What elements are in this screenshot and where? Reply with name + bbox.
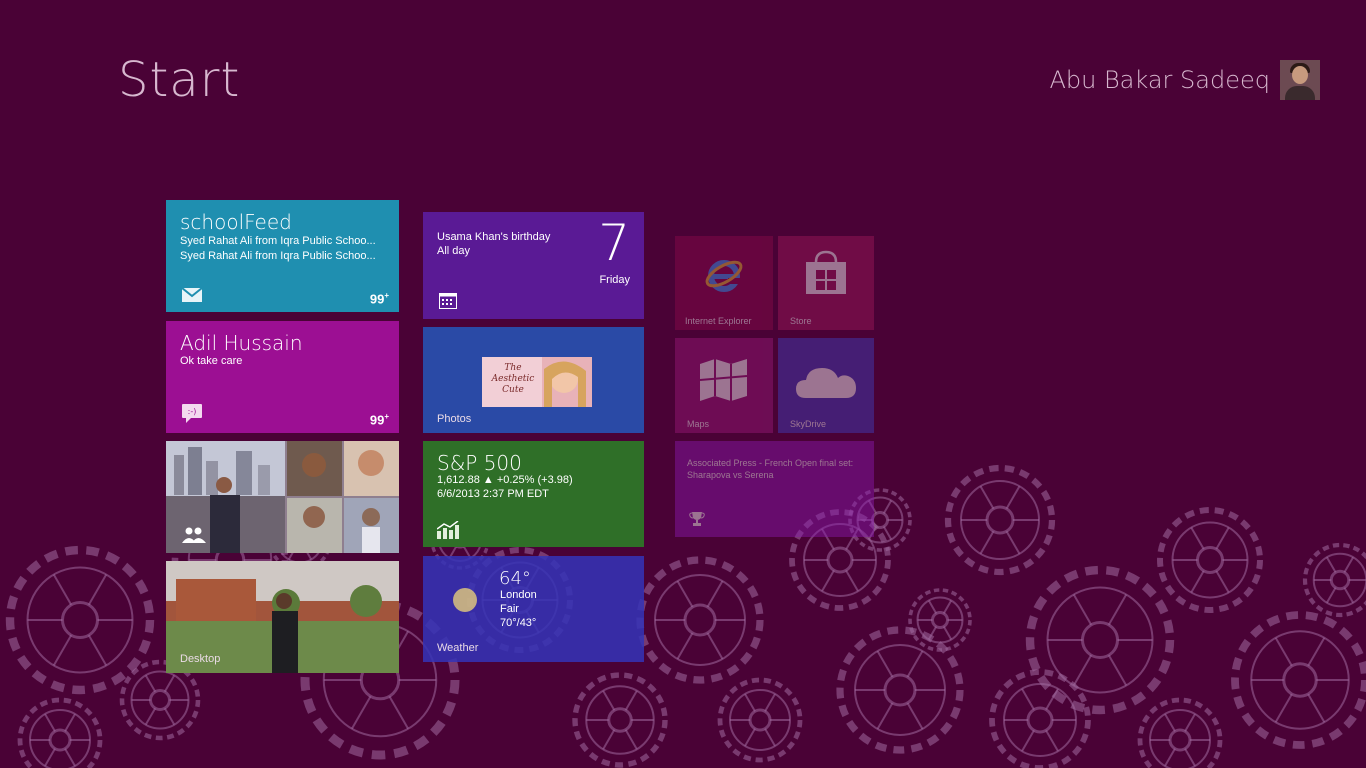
- weather-sun-icon: [453, 588, 477, 612]
- desktop-label: Desktop: [180, 653, 221, 665]
- user-account[interactable]: Abu Bakar Sadeeq: [1049, 60, 1320, 100]
- svg-text::-): :-): [188, 407, 197, 416]
- weather-condition: Fair: [500, 603, 519, 615]
- skydrive-tile[interactable]: SkyDrive: [778, 338, 874, 433]
- photos-tile[interactable]: The Aesthetic Cute Photos: [423, 327, 644, 433]
- weather-label: Weather: [437, 642, 479, 654]
- internet-explorer-icon: [705, 260, 743, 292]
- start-title: Start: [118, 52, 241, 108]
- finance-quote: 1,612.88 ▲ +0.25% (+3.98): [437, 474, 573, 486]
- internet-explorer-label: Internet Explorer: [685, 316, 752, 326]
- trophy-icon: [689, 512, 705, 526]
- mail-tile[interactable]: schoolFeed Syed Rahat Ali from Iqra Publ…: [166, 200, 399, 312]
- message-preview: Ok take care: [180, 355, 243, 367]
- skydrive-label: SkyDrive: [790, 419, 827, 429]
- calendar-event-title: Usama Khan's birthday: [437, 231, 551, 243]
- finance-timestamp: 6/6/2013 2:37 PM EDT: [437, 488, 549, 500]
- people-icon: [182, 527, 206, 543]
- calendar-day-number: 7: [598, 214, 630, 272]
- messaging-tile[interactable]: Adil Hussain Ok take care :-) 99+: [166, 321, 399, 433]
- weather-range: 70°/43°: [500, 617, 537, 629]
- mail-sender: schoolFeed: [180, 210, 292, 234]
- weather-temperature: 64°: [499, 568, 531, 589]
- weather-city: London: [500, 589, 537, 601]
- cloud-icon: [796, 368, 856, 398]
- weather-tile[interactable]: 64° London Fair 70°/43° Weather: [423, 556, 644, 662]
- user-avatar[interactable]: [1280, 60, 1320, 100]
- sports-headline: Associated Press - French Open final set…: [687, 458, 854, 480]
- maps-tile[interactable]: Maps: [675, 338, 773, 433]
- mail-icon: [182, 288, 202, 302]
- map-icon: [699, 359, 748, 401]
- messaging-icon: :-): [182, 404, 202, 423]
- maps-label: Maps: [687, 419, 710, 429]
- calendar-event-time: All day: [437, 245, 471, 257]
- store-bag-icon: [806, 250, 846, 294]
- photos-caption: The Aesthetic Cute: [491, 363, 535, 395]
- store-label: Store: [790, 316, 812, 326]
- calendar-day-name: Friday: [599, 274, 630, 286]
- message-count-badge: 99+: [369, 411, 389, 427]
- user-name: Abu Bakar Sadeeq: [1049, 66, 1270, 94]
- finance-index-name: S&P 500: [437, 451, 522, 475]
- finance-tile[interactable]: S&P 500 1,612.88 ▲ +0.25% (+3.98) 6/6/20…: [423, 441, 644, 547]
- internet-explorer-tile[interactable]: Internet Explorer: [675, 236, 773, 330]
- people-tile[interactable]: [166, 441, 399, 553]
- mail-preview-1: Syed Rahat Ali from Iqra Public Schoo...: [180, 235, 376, 247]
- store-tile[interactable]: Store: [778, 236, 874, 330]
- sports-tile[interactable]: Associated Press - French Open final set…: [675, 441, 874, 537]
- message-sender: Adil Hussain: [180, 331, 303, 355]
- finance-chart-icon: [437, 521, 459, 539]
- mail-count-badge: 99+: [369, 290, 389, 306]
- photos-label: Photos: [437, 413, 472, 425]
- calendar-tile[interactable]: Usama Khan's birthday All day 7 Friday: [423, 212, 644, 319]
- mail-preview-2: Syed Rahat Ali from Iqra Public Schoo...: [180, 250, 376, 262]
- calendar-icon: [439, 293, 457, 309]
- desktop-tile[interactable]: Desktop: [166, 561, 399, 673]
